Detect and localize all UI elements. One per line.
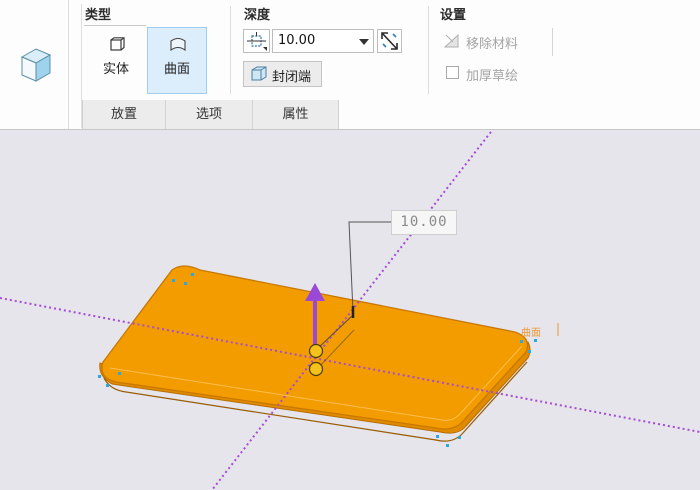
depth-option-button[interactable] (243, 29, 270, 53)
remove-material-label: 移除材料 (466, 37, 519, 52)
remove-material-icon (443, 33, 459, 48)
separator (428, 6, 429, 94)
dashboard-ribbon: 类型 实体 曲面 深度 10.00 封闭端 设置 移除材料 加厚草绘 放置 选项… (0, 0, 700, 130)
feature-pane (0, 0, 69, 129)
separator (552, 28, 553, 56)
cap-ends-label: 封闭端 (272, 70, 312, 85)
surface-label: 曲面 (163, 62, 190, 77)
depth-drag-handle[interactable] (308, 361, 324, 377)
cap-ends-icon (251, 66, 267, 81)
depth-value-text: 10.00 (278, 33, 316, 48)
thicken-sketch-checkbox[interactable] (446, 66, 459, 79)
settings-group-title: 设置 (440, 8, 467, 23)
model-canvas[interactable] (0, 130, 700, 490)
solid-icon (110, 37, 125, 51)
thicken-sketch-label: 加厚草绘 (466, 69, 519, 84)
separator (230, 6, 231, 94)
depth-dimension-label[interactable]: 10.00 (391, 210, 457, 235)
extrude-feature-icon (20, 48, 52, 82)
tab-label: 放置 (110, 107, 137, 122)
surface-icon (170, 37, 186, 51)
tab-label: 选项 (195, 107, 222, 122)
depth-drag-handle[interactable] (308, 343, 324, 359)
type-group-title: 类型 (85, 8, 112, 23)
flip-direction-button[interactable] (377, 29, 402, 53)
surface-name-label: 曲面 (521, 328, 541, 339)
cap-ends-button[interactable]: 封闭端 (243, 61, 322, 87)
graphics-viewport[interactable]: 10.00 曲面 (0, 130, 700, 490)
depth-value-input[interactable]: 10.00 (272, 29, 374, 53)
solid-label: 实体 (102, 62, 129, 77)
tab-options[interactable]: 选项 (165, 100, 252, 129)
tab-label: 属性 (282, 107, 309, 122)
tab-properties[interactable]: 属性 (252, 100, 339, 129)
flip-direction-icon (381, 32, 398, 50)
blind-depth-icon (247, 32, 267, 51)
tab-placement[interactable]: 放置 (82, 100, 165, 129)
solid-type-button[interactable]: 实体 (87, 28, 145, 92)
surface-type-button[interactable]: 曲面 (147, 27, 207, 94)
remove-material-button[interactable]: 移除材料 (443, 31, 555, 53)
depth-group-title: 深度 (244, 8, 271, 23)
dropdown-arrow-icon[interactable] (359, 39, 369, 45)
type-title-underline (84, 25, 146, 26)
